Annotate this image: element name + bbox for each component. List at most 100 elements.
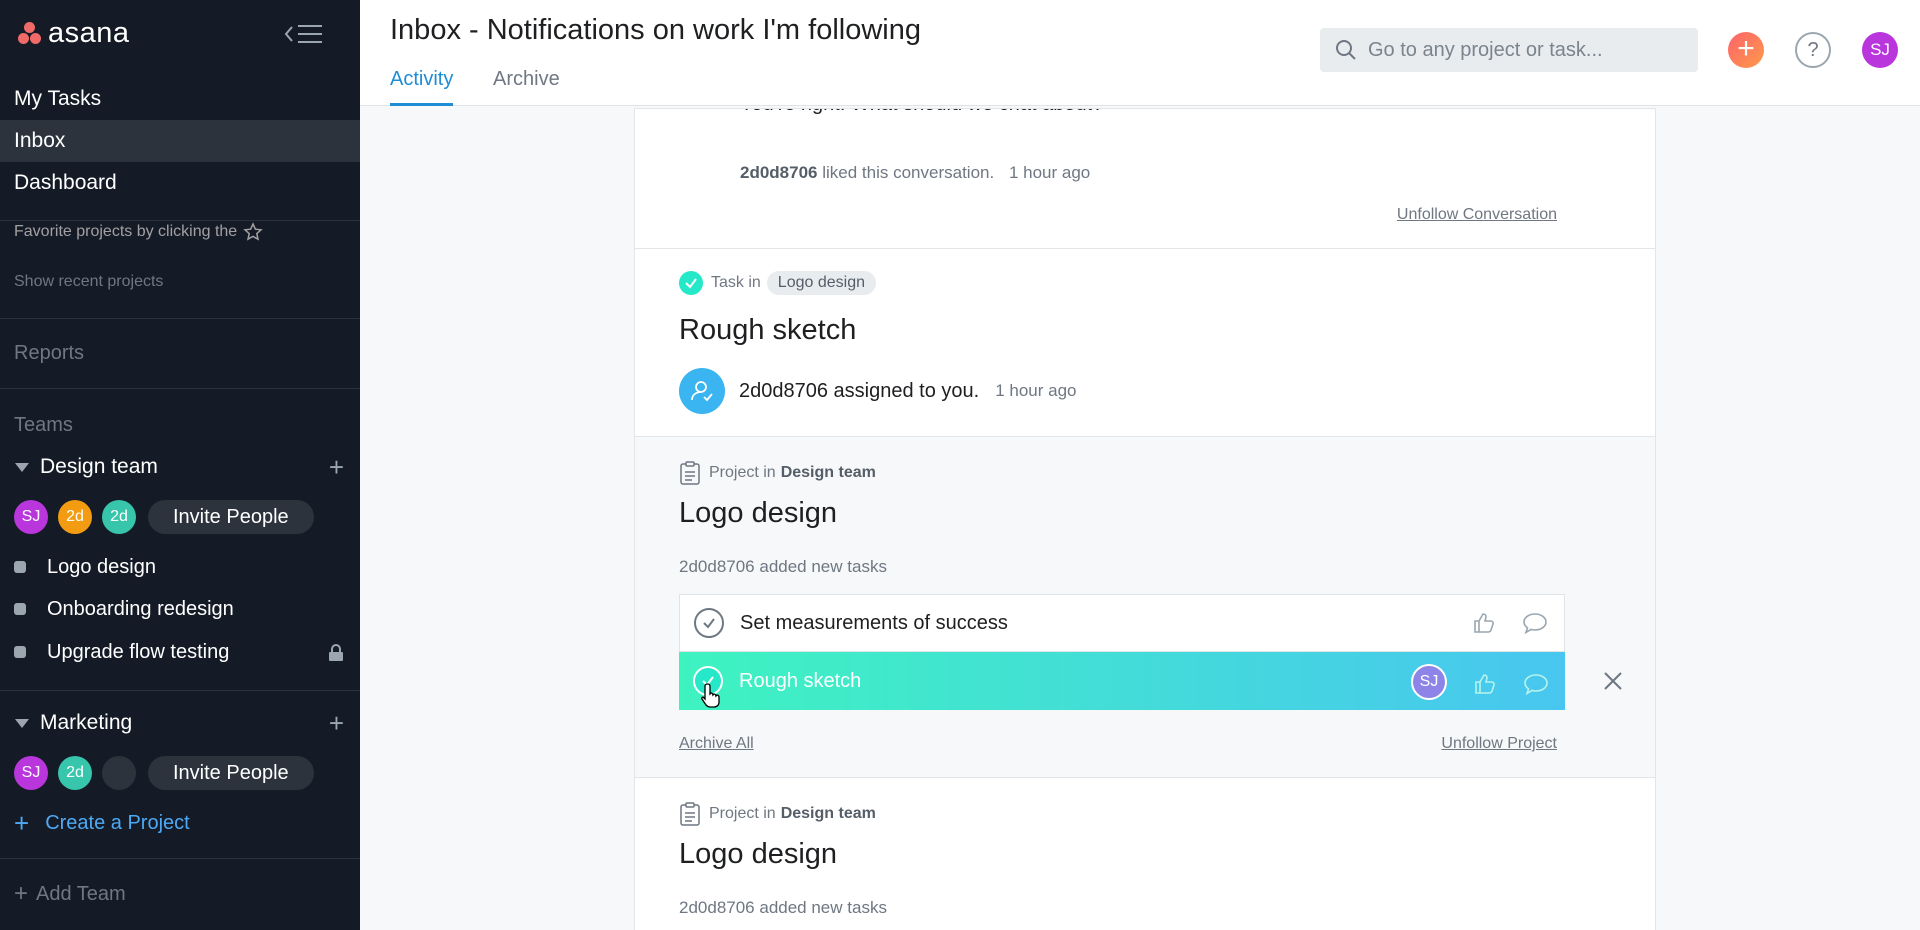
unfollow-conversation-link[interactable]: Unfollow Conversation: [1397, 206, 1557, 224]
project-name: Onboarding redesign: [47, 597, 234, 620]
project-card: Project in Design team Logo design 2d0d8…: [634, 777, 1656, 930]
add-project-icon[interactable]: +: [329, 454, 344, 480]
project-pill[interactable]: Logo design: [766, 271, 876, 295]
show-recent-projects[interactable]: Show recent projects: [14, 273, 163, 291]
like-icon[interactable]: [1472, 611, 1496, 635]
meta-prefix: Project in: [709, 464, 776, 481]
sidebar-project-logo-design[interactable]: Logo design: [14, 552, 344, 582]
create-project-link[interactable]: + Create a Project: [14, 810, 190, 836]
team-marketing[interactable]: Marketing +: [14, 707, 344, 739]
like-icon[interactable]: [1473, 672, 1497, 696]
meta-prefix: Task in: [711, 274, 761, 291]
sidebar-project-onboarding-redesign[interactable]: Onboarding redesign: [14, 594, 344, 624]
sidebar: asana My Tasks Inbox Dashboard Favorite …: [0, 0, 360, 930]
avatar[interactable]: 2d: [102, 500, 136, 534]
tab-activity[interactable]: Activity: [390, 68, 454, 106]
add-team-link[interactable]: + Add Team: [14, 882, 126, 906]
project-name: Upgrade flow testing: [47, 640, 230, 663]
completed-check-icon: [679, 271, 703, 295]
card-subtitle: 2d0d8706 added new tasks: [679, 557, 887, 576]
avatar[interactable]: 2d: [58, 500, 92, 534]
search-bar[interactable]: [1320, 28, 1698, 72]
timestamp: 1 hour ago: [995, 381, 1077, 400]
invite-people-button[interactable]: Invite People: [148, 500, 314, 534]
liked-row: 2d0d8706 liked this conversation. 1 hour…: [740, 163, 1090, 183]
assign-text: 2d0d8706 assigned to you.: [739, 379, 980, 402]
project-name: Logo design: [47, 555, 156, 578]
card-subtitle: 2d0d8706 added new tasks: [679, 898, 887, 917]
plus-icon: +: [14, 808, 30, 838]
liked-user[interactable]: 2d0d8706: [740, 163, 818, 182]
divider: [0, 858, 360, 859]
project-clipboard-icon: [680, 461, 700, 485]
card-meta: Task in Logo design: [679, 271, 876, 295]
page-title: Inbox - Notifications on work I'm follow…: [390, 14, 921, 46]
avatar[interactable]: SJ: [14, 756, 48, 790]
nav-reports[interactable]: Reports: [14, 342, 84, 365]
team-members: SJ 2d Invite People: [14, 756, 314, 790]
nav-my-tasks[interactable]: My Tasks: [0, 78, 360, 120]
assignee-avatar[interactable]: SJ: [1411, 664, 1447, 700]
assign-row: 2d0d8706 assigned to you. 1 hour ago: [679, 368, 1077, 414]
divider: [0, 388, 360, 389]
invite-people-button[interactable]: Invite People: [148, 756, 314, 790]
conversation-card: You're right. What should we chat about?…: [634, 108, 1656, 249]
conversation-message: You're right. What should we chat about?: [740, 109, 1103, 116]
team-link[interactable]: Design team: [781, 805, 876, 823]
task-row[interactable]: Set measurements of success: [679, 594, 1565, 652]
task-check-icon[interactable]: [694, 608, 724, 638]
meta-prefix: Project in: [709, 805, 776, 822]
project-color-dot: [14, 561, 26, 573]
project-card: Project in Design team Logo design 2d0d8…: [634, 436, 1656, 778]
favorites-hint: Favorite projects by clicking the: [14, 222, 263, 242]
hand-cursor-icon: [701, 683, 720, 708]
nav-dashboard[interactable]: Dashboard: [0, 162, 360, 204]
search-icon: [1336, 40, 1356, 60]
caret-down-icon: [15, 462, 29, 472]
add-project-icon[interactable]: +: [329, 710, 344, 736]
collapse-sidebar-icon[interactable]: [284, 22, 324, 46]
unfollow-project-link[interactable]: Unfollow Project: [1441, 735, 1557, 753]
tab-archive[interactable]: Archive: [493, 68, 560, 103]
teams-heading: Teams: [14, 414, 73, 436]
task-title[interactable]: Rough sketch: [679, 314, 856, 347]
project-title[interactable]: Logo design: [679, 838, 837, 871]
avatar[interactable]: 2d: [58, 756, 92, 790]
star-icon: [243, 222, 263, 241]
comment-icon[interactable]: [1522, 611, 1548, 635]
asana-logo[interactable]: asana: [16, 18, 130, 48]
avatar-empty[interactable]: [102, 756, 136, 790]
nav-inbox[interactable]: Inbox: [0, 120, 360, 162]
search-input[interactable]: [1368, 38, 1688, 62]
plus-icon: +: [14, 880, 29, 907]
card-meta: Project in Design team: [679, 461, 876, 485]
task-name: Rough sketch: [739, 669, 862, 692]
team-members: SJ 2d 2d Invite People: [14, 500, 314, 534]
dismiss-close-icon[interactable]: [1601, 669, 1625, 698]
team-design[interactable]: Design team +: [14, 451, 344, 483]
avatar[interactable]: SJ: [14, 500, 48, 534]
archive-all-link[interactable]: Archive All: [679, 735, 754, 753]
liked-text: liked this conversation.: [822, 163, 995, 182]
project-clipboard-icon: [680, 802, 700, 826]
project-title[interactable]: Logo design: [679, 497, 837, 530]
divider: [0, 318, 360, 319]
quick-add-button[interactable]: +: [1728, 32, 1764, 68]
topbar: Inbox - Notifications on work I'm follow…: [360, 0, 1920, 106]
lock-icon: [329, 644, 343, 661]
help-button[interactable]: ?: [1795, 32, 1831, 68]
assigned-user-icon: [679, 368, 725, 414]
task-row-completed[interactable]: Rough sketch SJ: [679, 652, 1565, 710]
sidebar-project-upgrade-flow-testing[interactable]: Upgrade flow testing: [14, 637, 344, 667]
row-actions: [1446, 611, 1548, 635]
row-actions: SJ: [1385, 664, 1549, 700]
user-avatar[interactable]: SJ: [1862, 32, 1898, 68]
comment-icon[interactable]: [1523, 672, 1549, 696]
project-color-dot: [14, 646, 26, 658]
timestamp: 1 hour ago: [1008, 163, 1091, 182]
add-team-label: Add Team: [36, 882, 126, 905]
task-card: Task in Logo design Rough sketch 2d0d870…: [634, 248, 1656, 437]
team-link[interactable]: Design team: [781, 464, 876, 482]
favorites-hint-text: Favorite projects by clicking the: [14, 223, 238, 240]
task-name: Set measurements of success: [740, 611, 1008, 634]
